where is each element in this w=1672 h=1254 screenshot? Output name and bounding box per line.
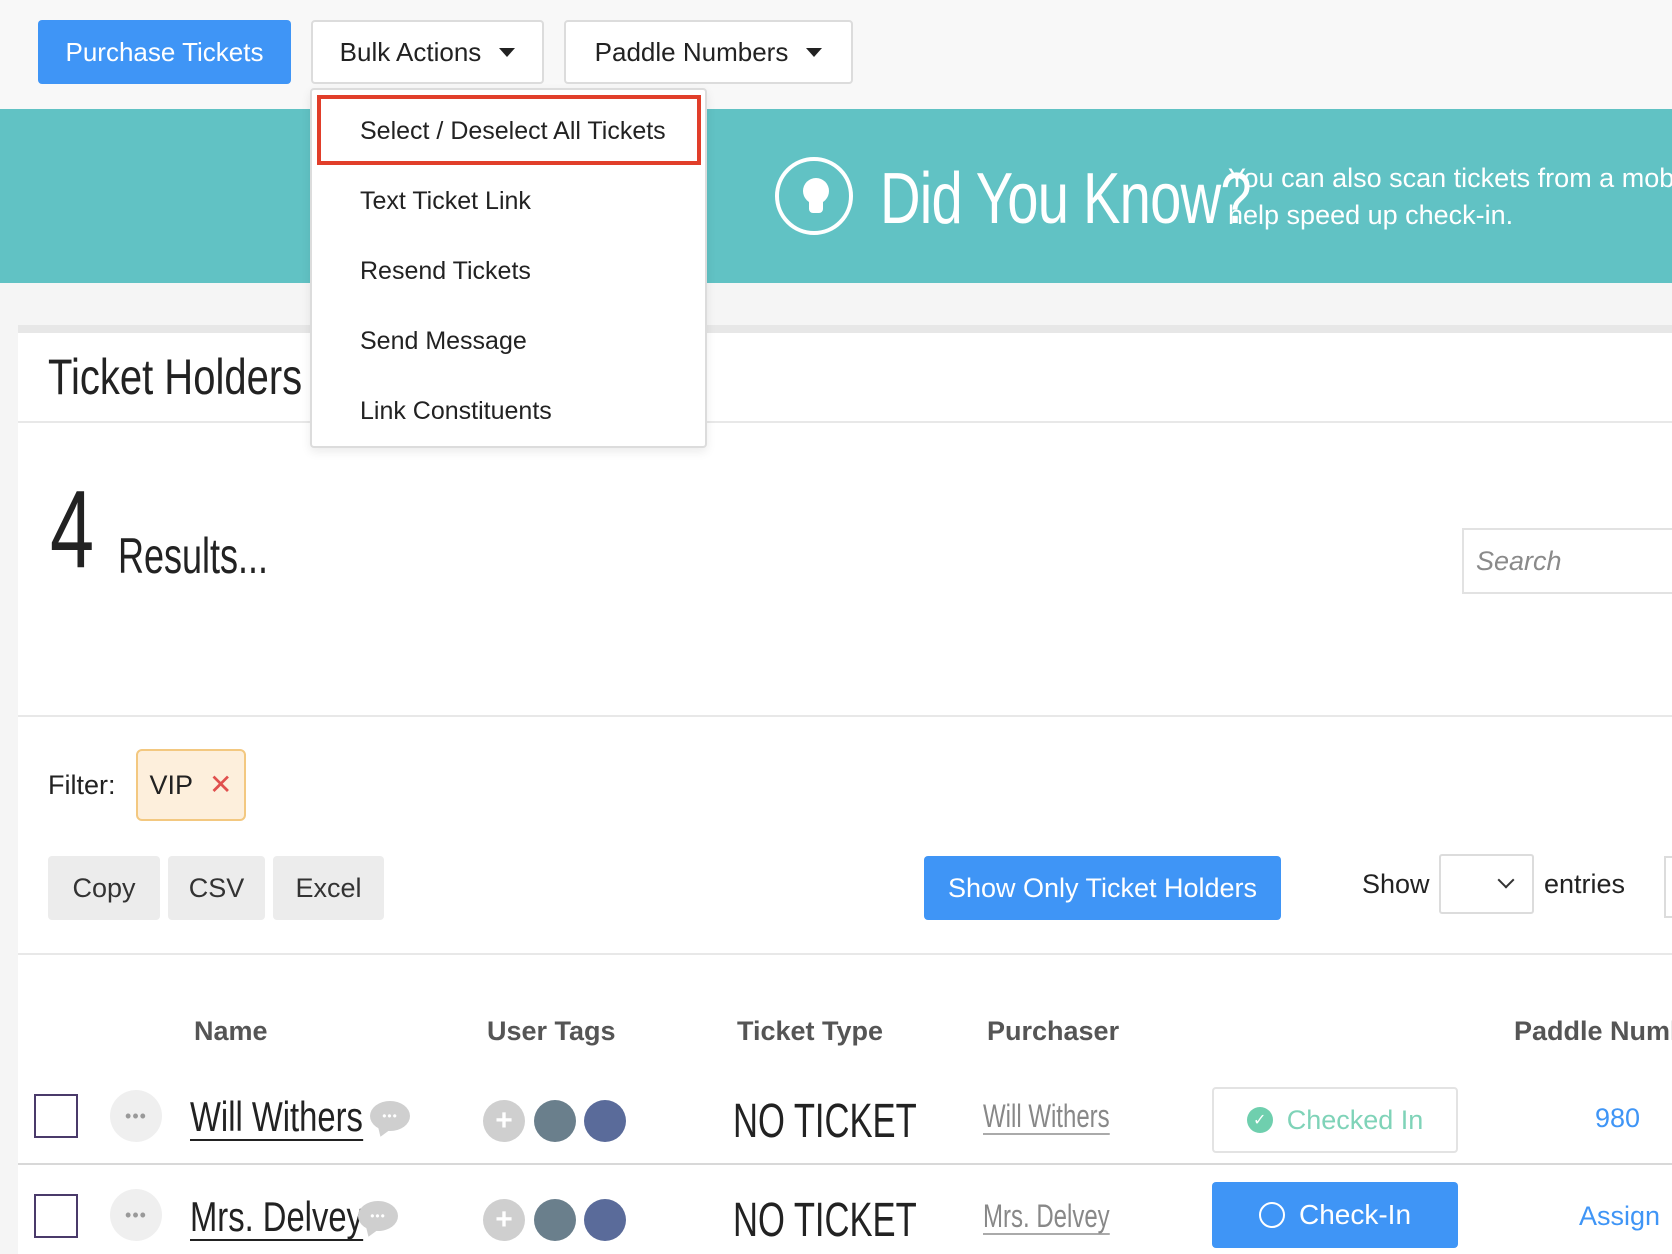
page-control[interactable]	[1664, 856, 1672, 918]
menu-item-select-deselect-all[interactable]: Select / Deselect All Tickets	[360, 117, 666, 146]
search-field[interactable]	[1462, 528, 1672, 594]
user-tag-dot[interactable]	[534, 1199, 576, 1241]
assign-paddle-link[interactable]: Assign	[1579, 1201, 1660, 1232]
banner-title: Did You Know?	[880, 159, 1252, 239]
menu-item-resend-tickets[interactable]: Resend Tickets	[360, 257, 531, 286]
banner-text: You can also scan tickets from a mob hel…	[1228, 160, 1672, 234]
ticket-holder-name-link[interactable]: Will Withers	[190, 1095, 363, 1141]
add-tag-icon[interactable]: +	[483, 1199, 525, 1241]
row-checkbox[interactable]	[34, 1194, 78, 1238]
banner-line-2: help speed up check-in.	[1228, 200, 1514, 230]
add-tag-icon[interactable]: +	[483, 1100, 525, 1142]
page-title: Ticket Holders	[48, 349, 303, 405]
column-header-ticket-type[interactable]: Ticket Type	[737, 1016, 883, 1047]
chevron-down-icon	[1497, 871, 1515, 889]
ticket-type-value: NO TICKET	[733, 1194, 917, 1247]
message-icon[interactable]: •••	[358, 1201, 398, 1231]
row-divider	[18, 1163, 1672, 1165]
user-tag-dot[interactable]	[584, 1199, 626, 1241]
divider	[18, 715, 1672, 717]
csv-button[interactable]: CSV	[168, 856, 265, 920]
purchase-tickets-button[interactable]: Purchase Tickets	[38, 20, 291, 84]
circle-icon	[1258, 1202, 1285, 1228]
user-tag-dot[interactable]	[584, 1100, 626, 1142]
banner-line-1: You can also scan tickets from a mob	[1228, 163, 1672, 193]
paddle-number-link[interactable]: 980	[1595, 1103, 1640, 1134]
results-count: 4	[50, 468, 95, 591]
show-label: Show	[1362, 869, 1430, 899]
show-only-ticket-holders-button[interactable]: Show Only Ticket Holders	[924, 856, 1281, 920]
paddle-numbers-label: Paddle Numbers	[594, 36, 789, 67]
column-header-name[interactable]: Name	[194, 1016, 268, 1047]
checked-in-status: ✓ Checked In	[1212, 1087, 1458, 1153]
filter-tag-label: VIP	[149, 769, 194, 800]
results-label: Results...	[118, 528, 269, 584]
entries-label: entries	[1544, 869, 1626, 899]
caret-down-icon	[806, 47, 823, 57]
copy-button[interactable]: Copy	[48, 856, 160, 920]
more-options-icon[interactable]: •••	[110, 1189, 162, 1241]
excel-button[interactable]: Excel	[273, 856, 384, 920]
menu-item-send-message[interactable]: Send Message	[360, 327, 527, 356]
paddle-numbers-button[interactable]: Paddle Numbers	[564, 20, 853, 84]
bulk-actions-button[interactable]: Bulk Actions	[311, 20, 544, 84]
search-input[interactable]	[1464, 530, 1672, 592]
divider	[18, 421, 1672, 423]
filter-label: Filter:	[48, 770, 116, 800]
divider	[18, 953, 1672, 955]
remove-filter-icon[interactable]: ✕	[209, 771, 232, 799]
column-header-paddle-numbers[interactable]: Paddle Numl	[1514, 1016, 1672, 1047]
user-tag-dot[interactable]	[534, 1100, 576, 1142]
more-options-icon[interactable]: •••	[110, 1090, 162, 1142]
check-circle-icon: ✓	[1246, 1107, 1273, 1133]
message-icon[interactable]: •••	[370, 1101, 410, 1131]
checked-in-label: Checked In	[1286, 1104, 1424, 1135]
filter-tag-vip: VIP ✕	[136, 749, 246, 821]
bulk-actions-label: Bulk Actions	[339, 36, 482, 67]
lightbulb-icon	[775, 157, 853, 235]
column-header-purchaser[interactable]: Purchaser	[987, 1016, 1119, 1047]
check-in-button[interactable]: Check-In	[1212, 1182, 1458, 1248]
bulk-actions-menu: Select / Deselect All Tickets Text Ticke…	[310, 88, 707, 448]
entries-select[interactable]	[1439, 854, 1534, 914]
ticket-type-value: NO TICKET	[733, 1095, 917, 1148]
check-in-label: Check-In	[1298, 1199, 1412, 1230]
menu-item-text-ticket-link[interactable]: Text Ticket Link	[360, 187, 531, 216]
purchaser-link[interactable]: Will Withers	[983, 1099, 1110, 1135]
purchaser-link[interactable]: Mrs. Delvey	[983, 1199, 1110, 1235]
row-checkbox[interactable]	[34, 1094, 78, 1138]
ticket-holder-name-link[interactable]: Mrs. Delvey	[190, 1195, 363, 1241]
menu-item-link-constituents[interactable]: Link Constituents	[360, 397, 552, 426]
column-header-user-tags[interactable]: User Tags	[487, 1016, 616, 1047]
caret-down-icon	[499, 47, 516, 57]
